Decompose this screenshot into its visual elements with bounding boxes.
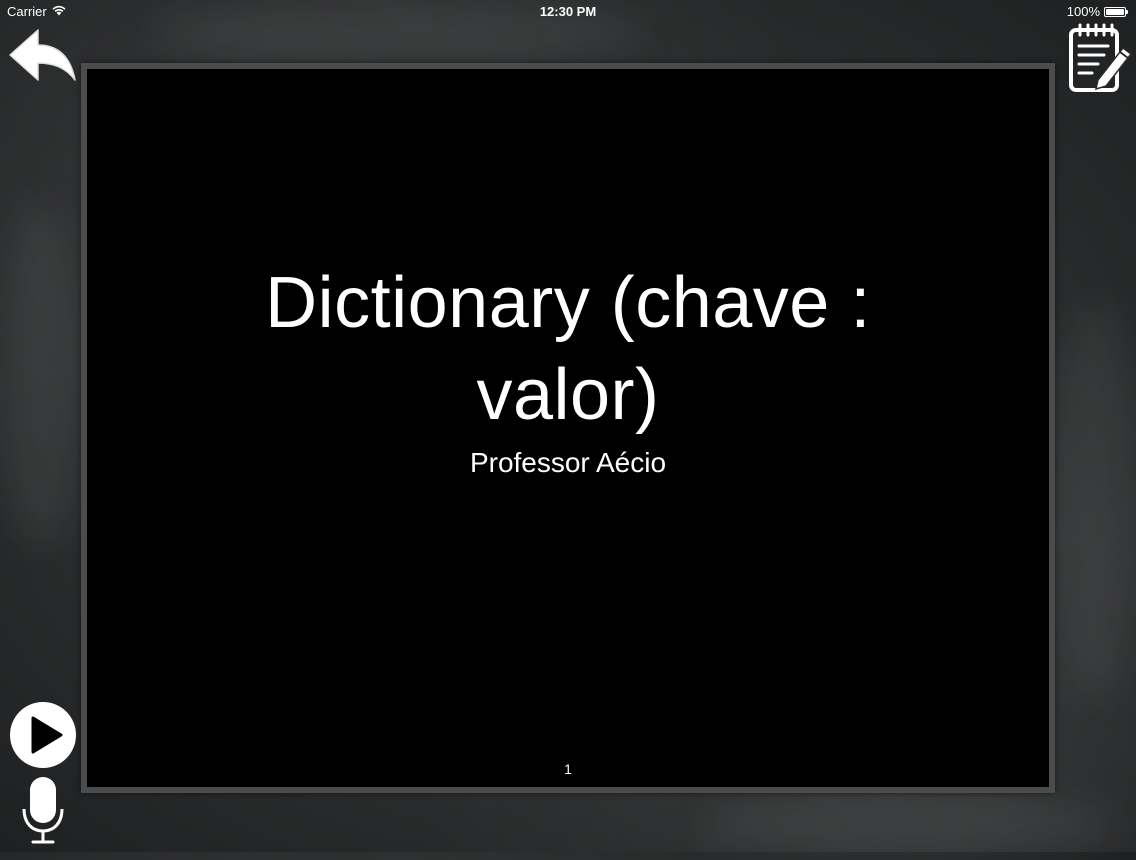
slide-title: Dictionary (chave : valor)	[87, 257, 1049, 441]
battery-percent: 100%	[1066, 4, 1100, 19]
microphone-icon	[22, 777, 64, 849]
slide-frame[interactable]: Dictionary (chave : valor) Professor Aéc…	[81, 63, 1055, 793]
notepad-pencil-icon	[1068, 23, 1134, 98]
battery-icon	[1104, 6, 1128, 17]
chalk-smudge	[1050, 300, 1136, 700]
notes-button[interactable]	[1068, 22, 1134, 94]
battery-fill	[1106, 8, 1124, 15]
chalk-smudge	[700, 790, 1120, 860]
slide-title-line-2: valor)	[476, 355, 660, 435]
status-battery: 100%	[1067, 4, 1128, 19]
status-bar: Carrier 12:30 PM 100%	[0, 0, 1136, 24]
play-icon	[9, 702, 77, 773]
back-button[interactable]	[8, 28, 78, 88]
chalk-smudge	[0, 200, 80, 550]
slide-title-line-1: Dictionary (chave :	[265, 263, 871, 343]
play-button[interactable]	[9, 701, 77, 769]
back-arrow-icon	[8, 29, 78, 92]
slide-subtitle: Professor Aécio	[469, 447, 667, 478]
microphone-button[interactable]	[22, 775, 64, 845]
slide-page-number: 1	[564, 761, 572, 777]
status-time: 12:30 PM	[539, 4, 597, 19]
